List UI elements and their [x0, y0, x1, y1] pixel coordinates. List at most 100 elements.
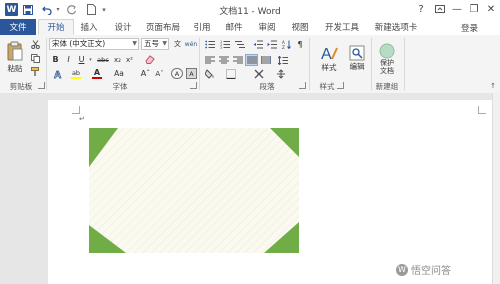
login-link[interactable]: 登录: [461, 22, 478, 34]
collapse-ribbon-icon[interactable]: ↑: [488, 81, 498, 91]
bullets-icon[interactable]: [203, 38, 217, 50]
font-dialog-launcher[interactable]: [190, 82, 197, 89]
distributed-icon[interactable]: [259, 54, 272, 66]
format-painter-icon[interactable]: [28, 66, 42, 78]
copy-icon[interactable]: [28, 52, 42, 64]
tab-references[interactable]: 引用: [188, 19, 216, 35]
bold-button[interactable]: B: [50, 54, 61, 65]
superscript-button[interactable]: x²: [124, 54, 135, 65]
character-shading-button[interactable]: A: [186, 68, 197, 79]
protect-document-icon: [379, 43, 395, 59]
protect-label-line2: 文档: [380, 67, 394, 75]
paste-icon: [7, 41, 23, 60]
font-color-button[interactable]: A: [89, 68, 105, 79]
paste-button[interactable]: 粘贴: [4, 38, 26, 76]
font-name-value: 宋体 (中文正文): [52, 39, 106, 48]
justify-icon[interactable]: [245, 54, 258, 66]
watermark: W 悟空问答: [396, 262, 451, 277]
tab-insert[interactable]: 插入: [74, 19, 104, 35]
paragraph-dialog-launcher[interactable]: [299, 82, 306, 89]
chevron-down-icon: ▼: [162, 40, 167, 47]
group-divider: [309, 38, 310, 90]
show-marks-icon[interactable]: ¶: [294, 38, 306, 50]
change-case-button[interactable]: Aa: [111, 68, 127, 79]
group-divider: [199, 38, 200, 90]
protect-document-button[interactable]: 保护 文档: [374, 38, 400, 80]
clipboard-dialog-launcher[interactable]: [38, 82, 45, 89]
styles-icon: A: [321, 46, 338, 62]
tab-home[interactable]: 开始: [38, 19, 74, 35]
frame-background: [89, 128, 299, 253]
phonetic-guide-button[interactable]: wén: [185, 38, 197, 50]
editing-label: 编辑: [349, 61, 365, 71]
align-right-icon[interactable]: [231, 54, 244, 66]
strikethrough-button[interactable]: abc: [95, 54, 111, 65]
tab-page-layout[interactable]: 页面布局: [141, 19, 185, 35]
borders-icon[interactable]: [224, 68, 237, 80]
wen-button[interactable]: 文: [171, 38, 184, 50]
subscript-button[interactable]: x₂: [112, 54, 123, 65]
group-divider: [404, 38, 405, 90]
multilevel-list-icon[interactable]: [233, 38, 247, 50]
line-spacing-icon[interactable]: [276, 54, 290, 66]
decorative-frame-shape[interactable]: [89, 128, 299, 253]
svg-text:Z: Z: [282, 45, 285, 49]
font-name-combo[interactable]: 宋体 (中文正文) ▼: [49, 38, 139, 50]
styles-dialog-launcher[interactable]: [337, 82, 344, 89]
minimize-button[interactable]: —: [448, 2, 466, 16]
tab-review[interactable]: 审阅: [252, 19, 282, 35]
shrink-font-button[interactable]: Aˇ: [153, 68, 166, 79]
numbering-icon[interactable]: 123: [218, 38, 232, 50]
tab-view[interactable]: 视图: [285, 19, 315, 35]
ribbon-home: 粘贴 剪贴板 宋体 (中文正文) ▼ 五号 ▼ 文 wén B I U ▾ abc …: [0, 35, 500, 94]
font-color-swatch: [92, 76, 102, 79]
new-group-label: 新建组: [375, 82, 399, 91]
italic-button[interactable]: I: [63, 54, 74, 65]
shading-icon[interactable]: [203, 68, 216, 80]
help-button[interactable]: ?: [412, 2, 430, 16]
vertical-scrollbar[interactable]: [492, 93, 500, 284]
crop-mark-top-left: [72, 106, 80, 114]
highlight-icon: ab: [71, 68, 81, 77]
sort-icon[interactable]: AZ: [280, 38, 293, 50]
tab-new-tab[interactable]: 新建选项卡: [370, 19, 422, 35]
watermark-text: 悟空问答: [411, 266, 451, 277]
paste-label: 粘贴: [7, 63, 23, 73]
group-divider: [46, 38, 47, 90]
enclose-characters-button[interactable]: A: [171, 68, 183, 79]
underline-button[interactable]: U: [76, 54, 87, 65]
editing-icon: [349, 45, 365, 60]
increase-indent-icon[interactable]: [265, 38, 278, 50]
tab-developer[interactable]: 开发工具: [320, 19, 364, 35]
underline-dropdown-icon[interactable]: ▾: [87, 54, 94, 65]
editing-button[interactable]: 编辑: [345, 38, 369, 78]
align-center-icon[interactable]: [217, 54, 230, 66]
svg-text:3: 3: [220, 46, 222, 49]
watermark-logo-icon: W: [396, 263, 408, 276]
crop-mark-top-right: [478, 106, 486, 114]
text-effects-icon[interactable]: A: [50, 68, 66, 79]
font-size-combo[interactable]: 五号 ▼: [141, 38, 169, 50]
close-button[interactable]: ✕: [482, 2, 500, 16]
character-scaling-icon[interactable]: [274, 68, 287, 80]
ribbon-display-options-icon[interactable]: [431, 2, 449, 16]
paragraph-group-label: 段落: [259, 82, 275, 91]
align-left-icon[interactable]: [203, 54, 216, 66]
paragraph-mark: ↵: [79, 115, 85, 123]
clear-formatting-icon[interactable]: [143, 54, 156, 65]
tab-mailings[interactable]: 邮件: [220, 19, 248, 35]
styles-label: 样式: [321, 62, 337, 72]
tab-design[interactable]: 设计: [108, 19, 138, 35]
tab-file[interactable]: 文件: [0, 19, 36, 35]
font-group-label: 字体: [112, 82, 128, 91]
font-color-icon: A: [93, 67, 101, 77]
asian-layout-icon[interactable]: [252, 68, 265, 80]
restore-button[interactable]: ❐: [465, 2, 483, 16]
styles-button[interactable]: A 样式: [315, 38, 343, 78]
highlight-color-swatch: [71, 76, 81, 79]
svg-text:A: A: [321, 46, 332, 62]
decrease-indent-icon[interactable]: [251, 38, 264, 50]
cut-icon[interactable]: [28, 38, 42, 50]
highlight-color-button[interactable]: ab: [68, 68, 84, 79]
grow-font-button[interactable]: Aˆ: [139, 68, 152, 79]
